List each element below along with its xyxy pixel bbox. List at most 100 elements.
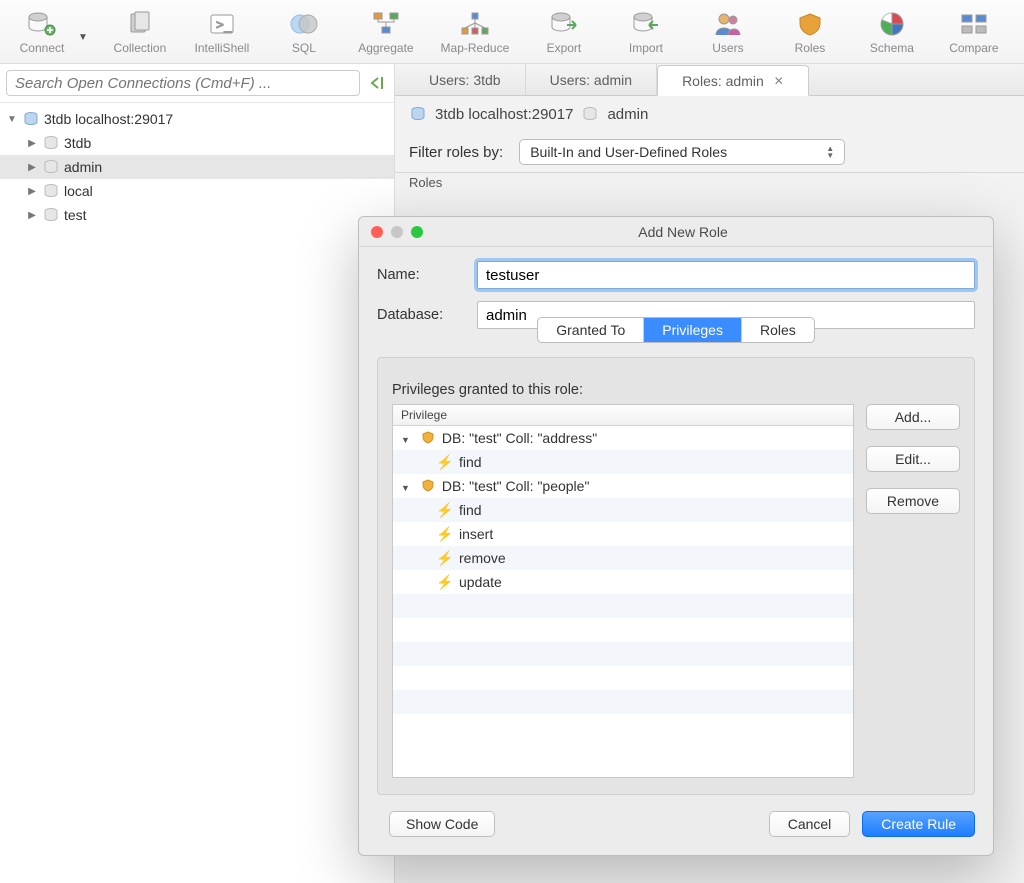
server-icon	[22, 111, 40, 127]
shell-icon: >_	[205, 9, 239, 39]
window-zoom-icon[interactable]	[411, 226, 423, 238]
privilege-label: insert	[459, 526, 493, 542]
connect-icon	[25, 9, 59, 39]
disclosure-right-icon[interactable]: ▶	[26, 210, 38, 221]
svg-text:>_: >_	[216, 18, 232, 33]
window-controls	[359, 226, 423, 238]
connection-tree: ▼ 3tdb localhost:29017 ▶ 3tdb ▶ admin ▶ …	[0, 103, 394, 883]
disclosure-down-icon[interactable]	[401, 430, 414, 446]
toolbar-compare[interactable]: Compare	[936, 2, 1012, 62]
edit-privilege-button[interactable]: Edit...	[866, 446, 960, 472]
toolbar-export[interactable]: Export	[526, 2, 602, 62]
privileges-panel: Privileges granted to this role: Privile…	[377, 357, 975, 795]
server-icon	[409, 106, 427, 122]
privileges-list[interactable]: Privilege DB: "test" Coll: "address" ⚡ f…	[392, 404, 854, 778]
window-minimize-icon[interactable]	[391, 226, 403, 238]
main-toolbar: Connect ▼ Collection >_ IntelliShell SQL…	[0, 0, 1024, 64]
segment-roles[interactable]: Roles	[742, 318, 814, 342]
disclosure-right-icon[interactable]: ▶	[26, 162, 38, 173]
dialog-title: Add New Role	[423, 224, 993, 240]
privileges-caption: Privileges granted to this role:	[392, 382, 960, 398]
cancel-button[interactable]: Cancel	[769, 811, 851, 837]
shield-icon	[420, 478, 436, 494]
database-icon	[581, 106, 599, 122]
collapse-icon[interactable]	[366, 72, 388, 94]
toolbar-aggregate[interactable]: Aggregate	[348, 2, 424, 62]
breadcrumb-server: 3tdb localhost:29017	[435, 106, 573, 123]
database-icon	[42, 159, 60, 175]
role-name-input[interactable]	[477, 261, 975, 289]
list-empty-row	[393, 690, 853, 714]
toolbar-connect[interactable]: Connect	[4, 2, 80, 62]
privilege-action[interactable]: ⚡ remove	[393, 546, 853, 570]
list-empty-row	[393, 642, 853, 666]
bolt-icon: ⚡	[437, 550, 453, 566]
privilege-action[interactable]: ⚡ find	[393, 498, 853, 522]
sql-icon	[287, 9, 321, 39]
disclosure-down-icon[interactable]: ▼	[6, 114, 18, 125]
toolbar-collection[interactable]: Collection	[102, 2, 178, 62]
privilege-label: find	[459, 454, 482, 470]
tree-root-label: 3tdb localhost:29017	[44, 111, 173, 127]
toolbar-users[interactable]: Users	[690, 2, 766, 62]
toolbar-mapreduce[interactable]: Map-Reduce	[430, 2, 520, 62]
collection-icon	[123, 9, 157, 39]
schema-icon	[875, 9, 909, 39]
disclosure-right-icon[interactable]: ▶	[26, 186, 38, 197]
toolbar-sql[interactable]: SQL	[266, 2, 342, 62]
dialog-titlebar[interactable]: Add New Role	[359, 217, 993, 247]
toolbar-intellishell[interactable]: >_ IntelliShell	[184, 2, 260, 62]
create-rule-button[interactable]: Create Rule	[862, 811, 975, 837]
toolbar-dropdown-icon[interactable]: ▼	[78, 32, 88, 43]
aggregate-icon	[369, 9, 403, 39]
map-reduce-icon	[458, 9, 492, 39]
tab-users-admin[interactable]: Users: admin	[526, 64, 657, 95]
tree-item-3tdb[interactable]: ▶ 3tdb	[0, 131, 394, 155]
tree-item-local[interactable]: ▶ local	[0, 179, 394, 203]
tree-item-test[interactable]: ▶ test	[0, 203, 394, 227]
privilege-group[interactable]: DB: "test" Coll: "address"	[393, 426, 853, 450]
privilege-action[interactable]: ⚡ insert	[393, 522, 853, 546]
role-segment-control: Granted To Privileges Roles	[537, 317, 815, 343]
database-icon	[42, 135, 60, 151]
tree-item-label: local	[64, 183, 93, 199]
privilege-action[interactable]: ⚡ update	[393, 570, 853, 594]
filter-roles-select[interactable]: Built-In and User-Defined Roles ▲▼	[519, 139, 845, 165]
toolbar-schema[interactable]: Schema	[854, 2, 930, 62]
toolbar-roles[interactable]: Roles	[772, 2, 848, 62]
window-close-icon[interactable]	[371, 226, 383, 238]
privilege-action[interactable]: ⚡ find	[393, 450, 853, 474]
disclosure-right-icon[interactable]: ▶	[26, 138, 38, 149]
filter-value: Built-In and User-Defined Roles	[530, 144, 727, 160]
bolt-icon: ⚡	[437, 454, 453, 470]
disclosure-down-icon[interactable]	[401, 478, 414, 494]
segment-privileges[interactable]: Privileges	[644, 318, 742, 342]
search-input[interactable]	[6, 70, 360, 96]
privilege-label: DB: "test" Coll: "people"	[442, 478, 590, 494]
bolt-icon: ⚡	[437, 502, 453, 518]
tree-item-admin[interactable]: ▶ admin	[0, 155, 394, 179]
privilege-label: DB: "test" Coll: "address"	[442, 430, 597, 446]
import-icon	[629, 9, 663, 39]
remove-privilege-button[interactable]: Remove	[866, 488, 960, 514]
privilege-group[interactable]: DB: "test" Coll: "people"	[393, 474, 853, 498]
list-empty-row	[393, 666, 853, 690]
add-role-dialog: Add New Role Name: Database: Granted To …	[358, 216, 994, 856]
list-empty-row	[393, 594, 853, 618]
tab-roles-admin[interactable]: Roles: admin ✕	[657, 65, 809, 96]
tree-root[interactable]: ▼ 3tdb localhost:29017	[0, 107, 394, 131]
privilege-label: remove	[459, 550, 506, 566]
show-code-button[interactable]: Show Code	[389, 811, 495, 837]
add-privilege-button[interactable]: Add...	[866, 404, 960, 430]
database-icon	[42, 183, 60, 199]
tabstrip: Users: 3tdb Users: admin Roles: admin ✕	[395, 64, 1024, 96]
tree-item-label: admin	[64, 159, 102, 175]
users-icon	[711, 9, 745, 39]
tab-users-3tdb[interactable]: Users: 3tdb	[405, 64, 526, 95]
tab-close-icon[interactable]: ✕	[774, 74, 784, 88]
segment-granted-to[interactable]: Granted To	[538, 318, 644, 342]
sidebar: ▼ 3tdb localhost:29017 ▶ 3tdb ▶ admin ▶ …	[0, 64, 395, 883]
toolbar-import[interactable]: Import	[608, 2, 684, 62]
name-label: Name:	[377, 267, 467, 283]
roles-icon	[793, 9, 827, 39]
